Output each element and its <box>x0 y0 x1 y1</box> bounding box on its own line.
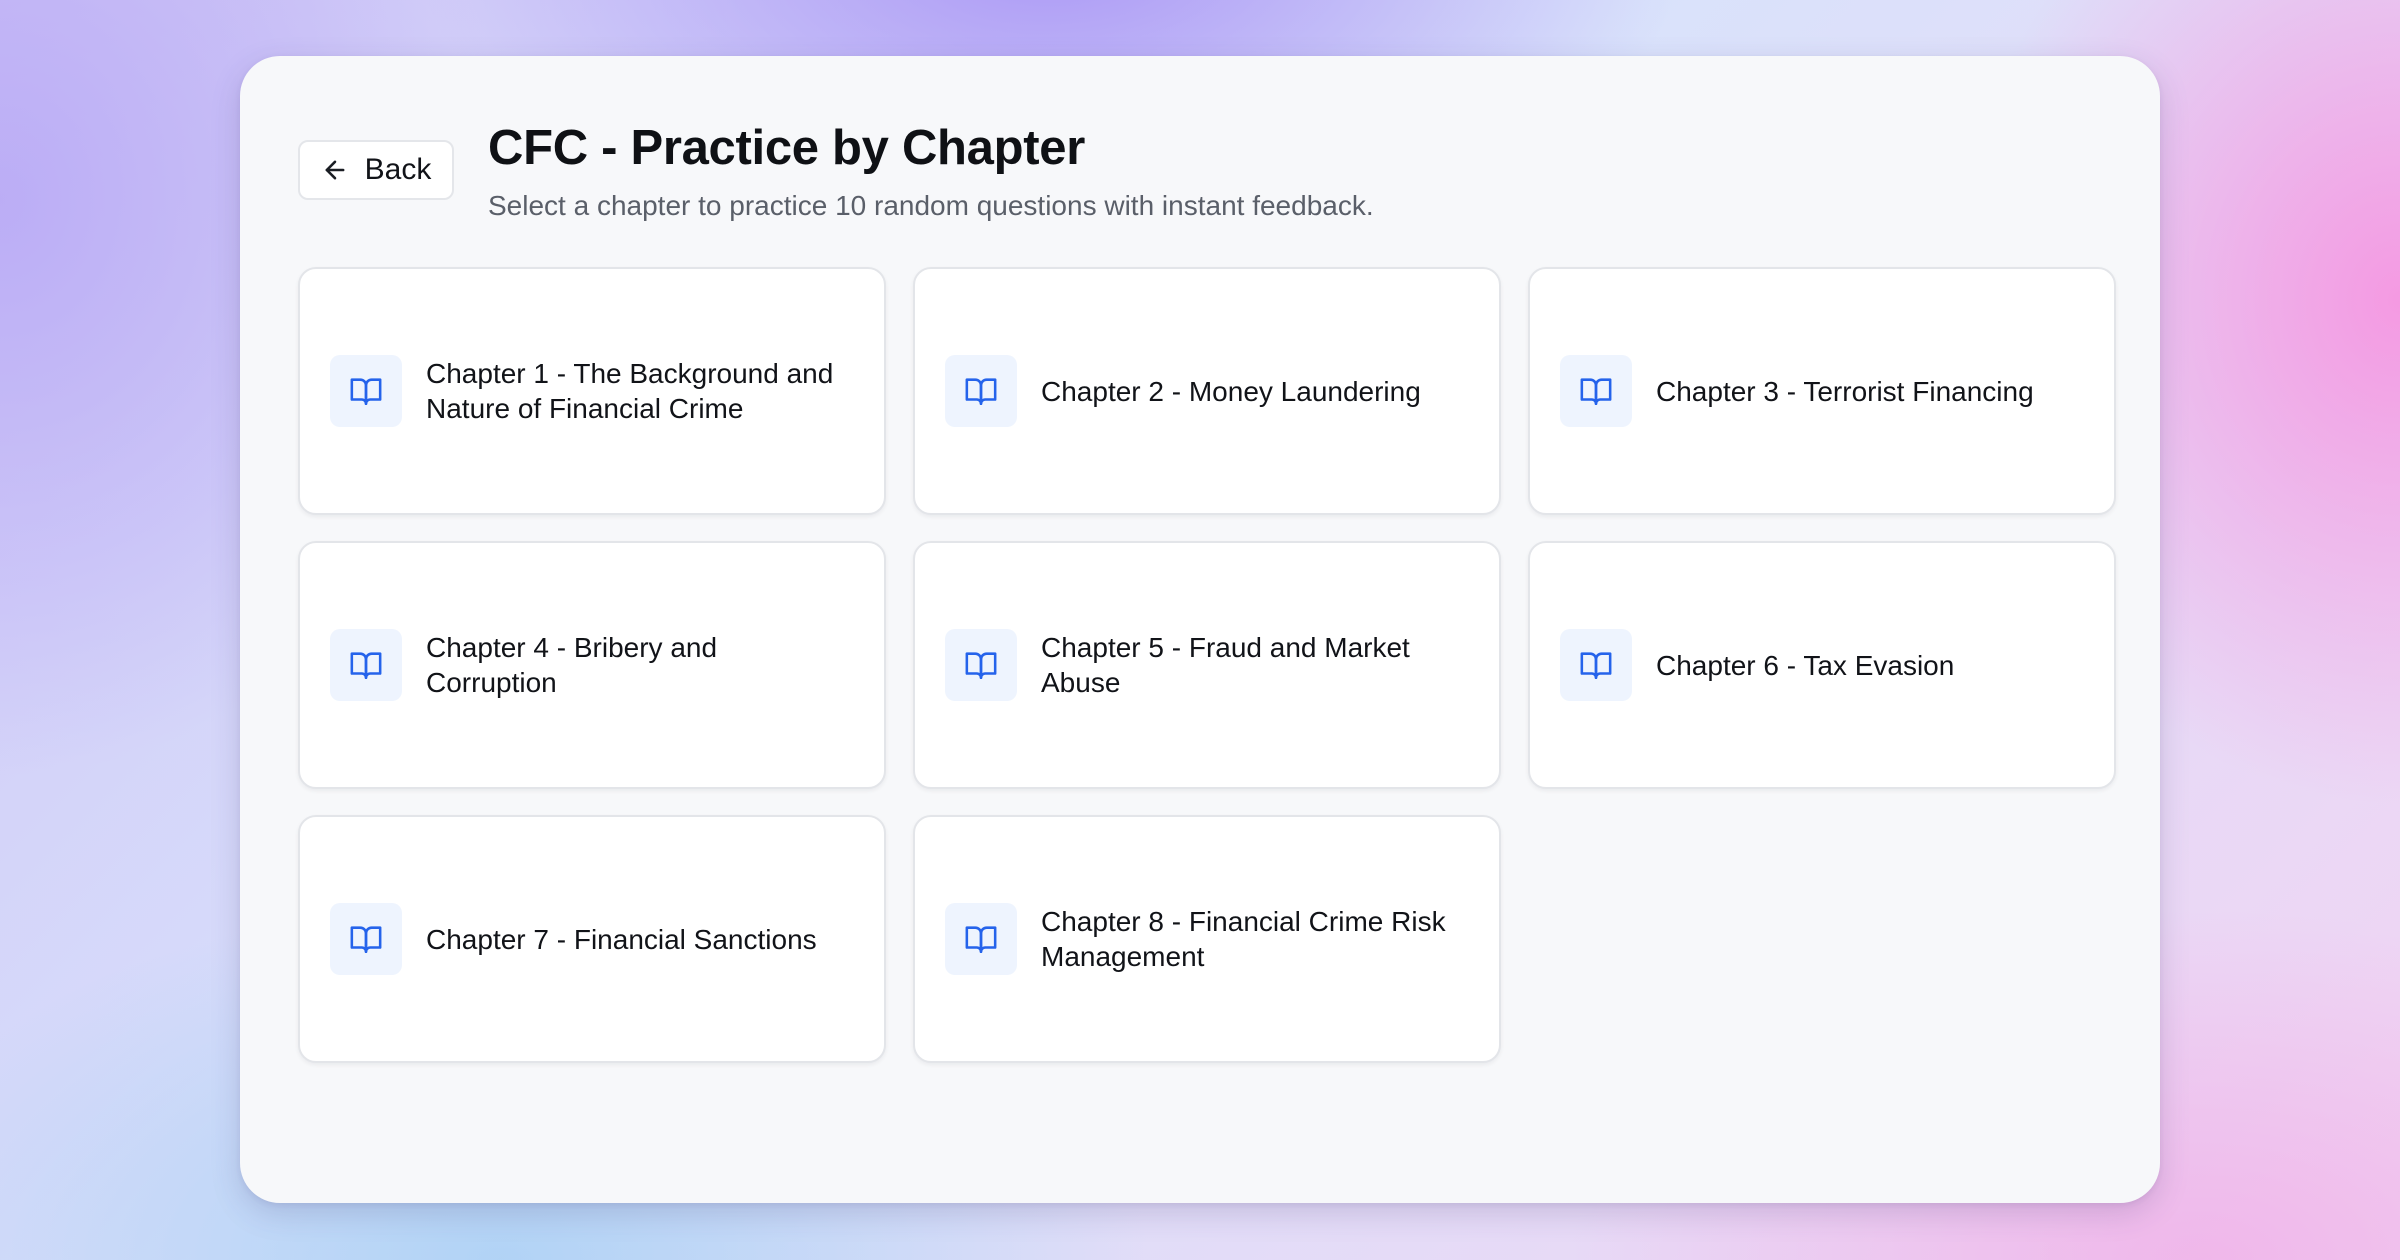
arrow-left-icon <box>321 156 349 184</box>
book-open-icon <box>1560 629 1632 701</box>
chapter-card-3[interactable]: Chapter 3 - Terrorist Financing <box>1528 267 2116 515</box>
book-open-icon <box>945 629 1017 701</box>
chapter-card-1[interactable]: Chapter 1 - The Background and Nature of… <box>298 267 886 515</box>
back-button-label: Back <box>364 153 432 186</box>
book-open-icon <box>330 355 402 427</box>
chapter-card-6[interactable]: Chapter 6 - Tax Evasion <box>1528 541 2116 789</box>
book-open-icon <box>1560 355 1632 427</box>
chapter-card-label: Chapter 6 - Tax Evasion <box>1656 649 1955 681</box>
chapter-card-8[interactable]: Chapter 8 - Financial Crime Risk Managem… <box>913 815 1501 1063</box>
chapter-card-label: Chapter 3 - Terrorist Financing <box>1656 375 2034 407</box>
page-subtitle: Select a chapter to practice 10 random q… <box>488 190 1374 221</box>
book-open-icon <box>945 355 1017 427</box>
page-title: CFC - Practice by Chapter <box>488 121 1085 175</box>
chapter-card-5[interactable]: Chapter 5 - Fraud and Market Abuse <box>913 541 1501 789</box>
book-open-icon <box>945 903 1017 975</box>
book-open-icon <box>330 903 402 975</box>
chapter-card-label: Chapter 8 - Financial Crime Risk Managem… <box>1041 906 1446 972</box>
chapter-card-2[interactable]: Chapter 2 - Money Laundering <box>913 267 1501 515</box>
chapter-grid: Chapter 1 - The Background and Nature of… <box>298 267 2116 1063</box>
chapter-card-label: Chapter 2 - Money Laundering <box>1041 375 1421 407</box>
chapter-card-label: Chapter 4 - Bribery and Corruption <box>426 632 718 698</box>
chapter-card-4[interactable]: Chapter 4 - Bribery and Corruption <box>298 541 886 789</box>
chapter-card-label: Chapter 7 - Financial Sanctions <box>426 923 817 955</box>
chapter-card-label: Chapter 1 - The Background and Nature of… <box>426 358 834 424</box>
back-button[interactable]: Back <box>298 140 454 200</box>
app-window: Back CFC - Practice by Chapter Select a … <box>240 56 2160 1203</box>
book-open-icon <box>330 629 402 701</box>
chapter-card-7[interactable]: Chapter 7 - Financial Sanctions <box>298 815 886 1063</box>
chapter-card-label: Chapter 5 - Fraud and Market Abuse <box>1041 632 1410 698</box>
